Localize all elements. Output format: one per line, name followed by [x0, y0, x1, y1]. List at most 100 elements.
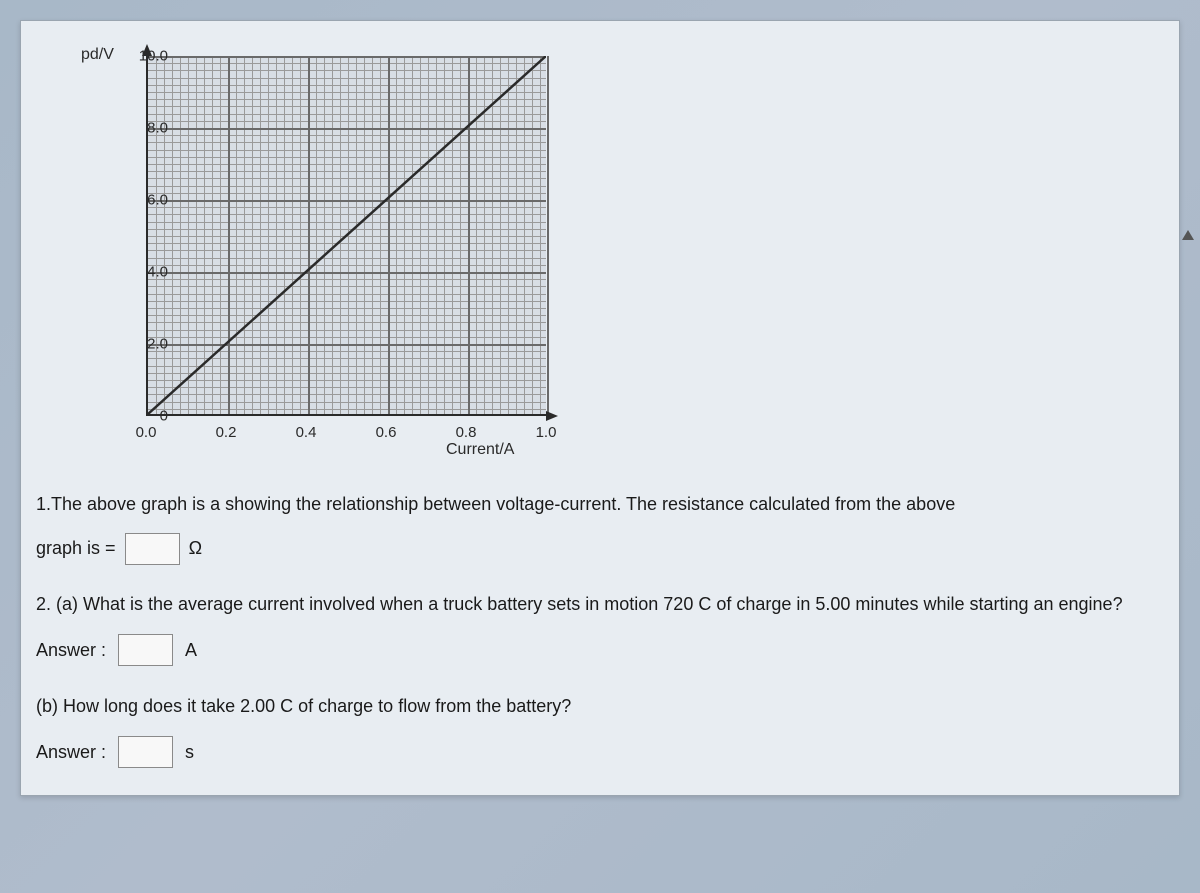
minor-grid — [524, 56, 525, 414]
answer-label-2a: Answer : — [36, 632, 106, 668]
minor-grid — [148, 106, 546, 107]
minor-grid — [148, 214, 546, 215]
minor-grid — [180, 56, 181, 414]
minor-grid — [148, 351, 546, 352]
minor-grid — [324, 56, 325, 414]
minor-grid — [508, 56, 509, 414]
minor-grid — [148, 142, 546, 143]
minor-grid — [148, 121, 546, 122]
question-1-text-b: graph is = — [36, 538, 116, 558]
time-input[interactable] — [118, 736, 173, 768]
resistance-unit: Ω — [189, 538, 202, 558]
minor-grid — [148, 85, 546, 86]
minor-grid — [156, 56, 157, 414]
major-grid — [547, 56, 549, 414]
minor-grid — [172, 56, 173, 414]
y-axis-label: pd/V — [81, 46, 114, 64]
minor-grid — [204, 56, 205, 414]
minor-grid — [148, 99, 546, 100]
minor-grid — [148, 265, 546, 266]
major-grid — [148, 128, 546, 130]
minor-grid — [244, 56, 245, 414]
minor-grid — [148, 193, 546, 194]
minor-grid — [148, 373, 546, 374]
minor-grid — [148, 402, 546, 403]
minor-grid — [428, 56, 429, 414]
current-unit: A — [185, 632, 197, 668]
ytick-label: 10.0 — [139, 48, 168, 65]
minor-grid — [148, 315, 546, 316]
minor-grid — [148, 308, 546, 309]
minor-grid — [380, 56, 381, 414]
minor-grid — [148, 222, 546, 223]
minor-grid — [148, 366, 546, 367]
minor-grid — [148, 178, 546, 179]
xtick-label: 0.8 — [456, 424, 477, 441]
minor-grid — [148, 250, 546, 251]
minor-grid — [148, 171, 546, 172]
minor-grid — [148, 243, 546, 244]
ytick-label: 8.0 — [147, 120, 168, 137]
minor-grid — [420, 56, 421, 414]
minor-grid — [148, 358, 546, 359]
question-1-text-a: 1.The above graph is a showing the relat… — [36, 486, 1164, 522]
minor-grid — [356, 56, 357, 414]
x-axis-label: Current/A — [446, 441, 566, 464]
major-grid — [228, 56, 230, 414]
minor-grid — [444, 56, 445, 414]
data-line — [148, 56, 546, 414]
minor-grid — [348, 56, 349, 414]
major-grid — [148, 344, 546, 346]
scroll-up-icon[interactable] — [1182, 230, 1194, 240]
minor-grid — [196, 56, 197, 414]
chart-plot-area — [146, 56, 546, 416]
minor-grid — [148, 229, 546, 230]
minor-grid — [452, 56, 453, 414]
minor-grid — [332, 56, 333, 414]
minor-grid — [236, 56, 237, 414]
minor-grid — [148, 409, 546, 410]
ytick-label: 0 — [160, 408, 168, 425]
minor-grid — [500, 56, 501, 414]
minor-grid — [164, 56, 165, 414]
minor-grid — [148, 164, 546, 165]
worksheet-container: pd/V — [20, 20, 1180, 796]
question-2a: 2. (a) What is the average current invol… — [36, 586, 1164, 668]
question-1: 1.The above graph is a showing the relat… — [36, 486, 1164, 566]
minor-grid — [484, 56, 485, 414]
xtick-label: 0.4 — [296, 424, 317, 441]
minor-grid — [412, 56, 413, 414]
ytick-label: 4.0 — [147, 264, 168, 281]
minor-grid — [284, 56, 285, 414]
minor-grid — [212, 56, 213, 414]
minor-grid — [148, 236, 546, 237]
xtick-label: 0.0 — [136, 424, 157, 441]
minor-grid — [148, 70, 546, 71]
ytick-label: 2.0 — [147, 336, 168, 353]
ytick-label: 6.0 — [147, 192, 168, 209]
minor-grid — [260, 56, 261, 414]
minor-grid — [436, 56, 437, 414]
answer-label-2b: Answer : — [36, 734, 106, 770]
major-grid — [148, 200, 546, 202]
vi-chart: pd/V — [76, 46, 576, 466]
minor-grid — [516, 56, 517, 414]
minor-grid — [404, 56, 405, 414]
minor-grid — [148, 387, 546, 388]
minor-grid — [148, 114, 546, 115]
major-grid — [308, 56, 310, 414]
minor-grid — [148, 294, 546, 295]
minor-grid — [340, 56, 341, 414]
minor-grid — [364, 56, 365, 414]
question-2a-text: 2. (a) What is the average current invol… — [36, 586, 1164, 622]
time-unit: s — [185, 734, 194, 770]
minor-grid — [492, 56, 493, 414]
current-input[interactable] — [118, 634, 173, 666]
xtick-label: 1.0 — [536, 424, 557, 441]
minor-grid — [532, 56, 533, 414]
minor-grid — [220, 56, 221, 414]
resistance-input[interactable] — [125, 533, 180, 565]
xtick-label: 0.6 — [376, 424, 397, 441]
minor-grid — [148, 186, 546, 187]
minor-grid — [148, 207, 546, 208]
